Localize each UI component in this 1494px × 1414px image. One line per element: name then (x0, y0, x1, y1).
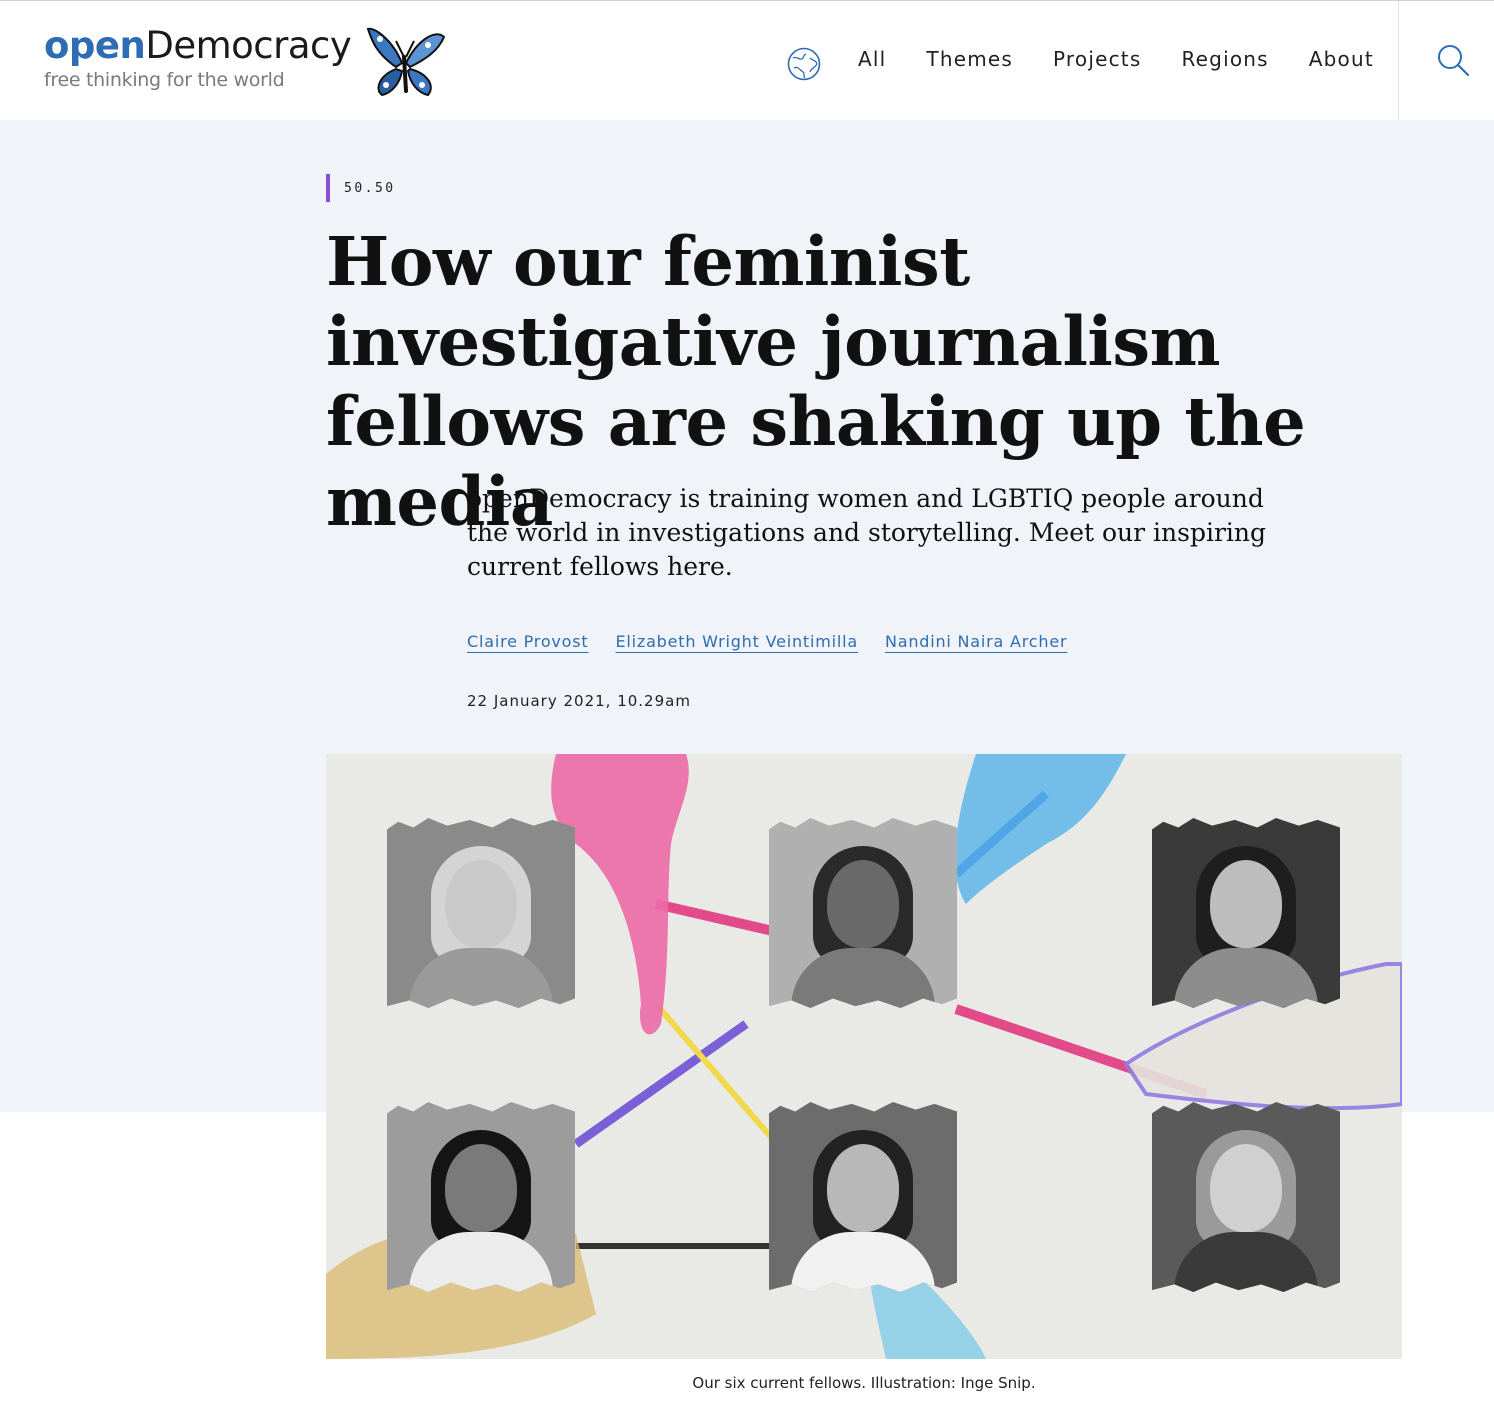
article-standfirst: openDemocracy is training women and LGBT… (467, 484, 1267, 581)
fellow-portrait-1 (387, 818, 575, 1008)
logo-open-text: open (44, 24, 146, 67)
search-icon[interactable] (1436, 43, 1470, 77)
fellow-portrait-4 (387, 1102, 575, 1292)
logo-democracy-text: Democracy (145, 24, 352, 67)
nav-all[interactable]: All (858, 47, 886, 71)
author-link-claire-provost[interactable]: Claire Provost (467, 632, 588, 651)
nav-regions[interactable]: Regions (1181, 47, 1268, 71)
author-link-elizabeth-wright-veintimilla[interactable]: Elizabeth Wright Veintimilla (615, 632, 857, 651)
author-link-nandini-naira-archer[interactable]: Nandini Naira Archer (885, 632, 1067, 651)
illustration-caption: Our six current fellows. Illustration: I… (692, 1374, 1036, 1392)
site-header: openDemocracy free thinking for the worl… (0, 0, 1494, 121)
fellow-portrait-5 (769, 1102, 957, 1292)
site-logo[interactable]: openDemocracy free thinking for the worl… (44, 23, 352, 91)
fellow-portrait-2 (769, 818, 957, 1008)
section-tag[interactable]: 50.50 (326, 174, 396, 202)
publish-date: 22 January 2021, 10.29am (467, 692, 691, 710)
nav-projects[interactable]: Projects (1053, 47, 1141, 71)
fellow-portrait-6 (1152, 1102, 1340, 1292)
logo-tagline: free thinking for the world (44, 69, 285, 91)
nav-about[interactable]: About (1309, 47, 1374, 71)
fellow-portrait-3 (1152, 818, 1340, 1008)
fellows-illustration (326, 754, 1402, 1359)
globe-icon[interactable] (786, 46, 822, 82)
nav-themes[interactable]: Themes (926, 47, 1013, 71)
butterfly-logo-icon (366, 27, 446, 97)
logo-wordmark: openDemocracy (44, 23, 352, 69)
main-nav: All Themes Projects Regions About (858, 47, 1414, 71)
author-list: Claire Provost Elizabeth Wright Veintimi… (467, 632, 1094, 651)
header-divider (1398, 1, 1399, 121)
